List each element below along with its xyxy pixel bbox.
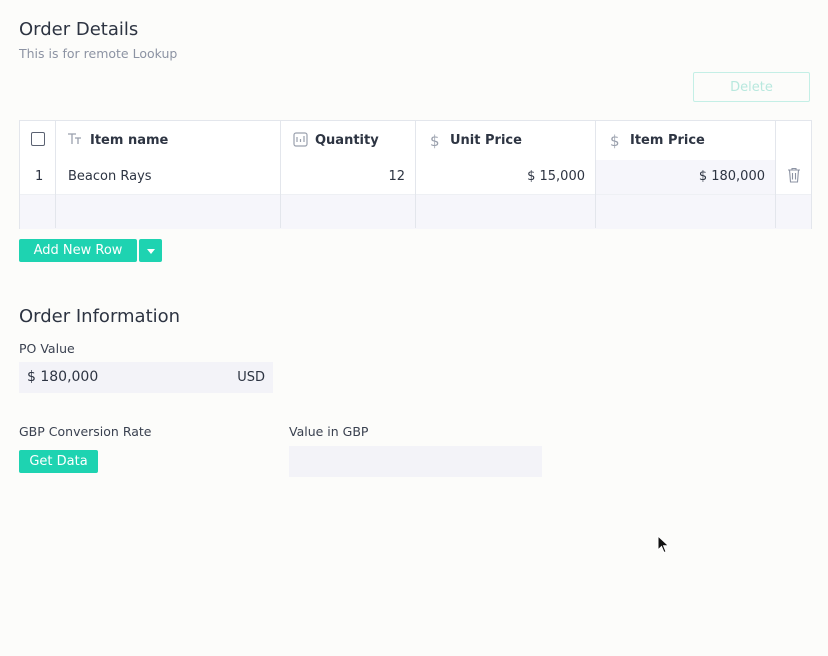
item-name-cell[interactable]: Beacon Rays [68,169,152,184]
dollar-icon: $ [430,132,440,150]
trash-icon[interactable] [787,167,801,187]
mouse-cursor-icon [657,534,670,558]
column-header-item-price[interactable]: Item Price [630,133,705,148]
unit-price-cell[interactable]: $ 15,000 [416,169,585,184]
column-header-quantity[interactable]: Quantity [315,133,379,148]
add-row-dropdown-button[interactable] [139,239,162,262]
column-divider [595,121,596,228]
dollar-icon: $ [610,132,620,150]
column-divider [775,121,776,228]
get-data-button[interactable]: Get Data [19,450,98,473]
number-icon [293,132,308,151]
add-new-row-button[interactable]: Add New Row [19,239,137,262]
row-index: 1 [35,169,44,184]
column-divider [415,121,416,228]
order-items-table: Item name Quantity $ Unit Price $ Item P… [19,120,812,229]
column-header-item-name[interactable]: Item name [90,133,168,148]
column-divider [55,121,56,228]
gbp-conversion-rate-label: GBP Conversion Rate [19,424,152,439]
po-value-currency: USD [237,370,265,385]
order-information-title: Order Information [19,306,181,327]
po-value-label: PO Value [19,341,75,356]
quantity-cell[interactable]: 12 [281,169,405,184]
delete-button[interactable]: Delete [693,72,810,102]
po-value-field[interactable]: $ 180,000 USD [19,362,273,393]
value-in-gbp-field[interactable] [289,446,542,477]
column-divider [280,121,281,228]
select-all-checkbox[interactable] [31,132,45,146]
order-details-subtitle: This is for remote Lookup [19,46,178,61]
order-details-title: Order Details [19,19,139,40]
value-in-gbp-label: Value in GBP [289,424,369,439]
caret-down-icon [146,243,155,258]
item-price-cell: $ 180,000 [698,169,765,184]
po-value-amount: $ 180,000 [27,369,99,385]
text-type-icon [67,132,83,150]
column-header-unit-price[interactable]: Unit Price [450,133,522,148]
